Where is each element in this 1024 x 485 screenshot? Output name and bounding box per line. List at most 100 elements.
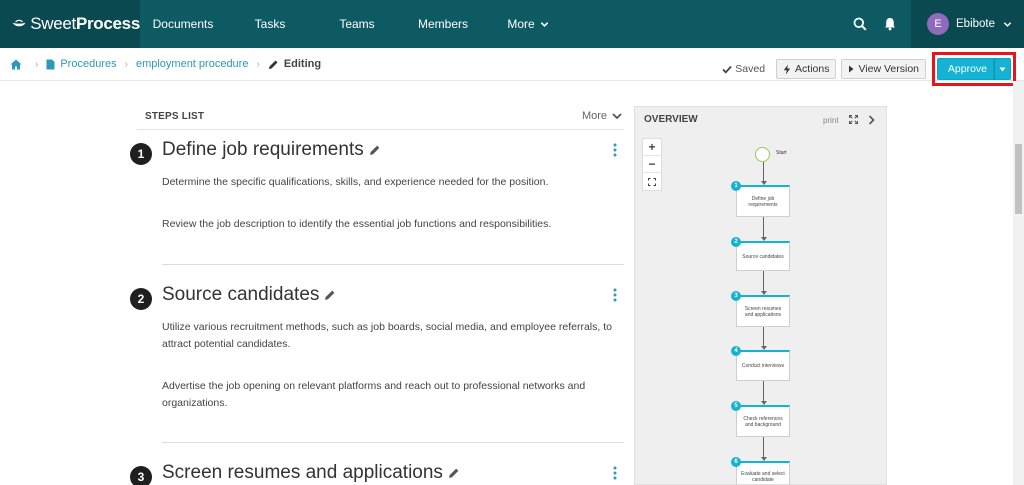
breadcrumb-separator: ›: [256, 58, 260, 70]
nav-tasks[interactable]: Tasks: [226, 0, 314, 48]
zoom-out-button[interactable]: −: [643, 156, 661, 173]
step-title[interactable]: Screen resumes and applications: [162, 462, 460, 484]
approve-button[interactable]: Approve: [937, 58, 994, 80]
breadcrumb-bar: › Procedures › employment procedure › Ed…: [0, 48, 1024, 86]
search-button[interactable]: [845, 0, 875, 48]
flow-step-number: 4: [731, 346, 741, 356]
approve-label: Approve: [947, 63, 987, 75]
document-icon: [46, 59, 55, 70]
flow-connector: [763, 162, 764, 182]
zoom-controls: + −: [642, 138, 662, 191]
brand-logo[interactable]: Sweet Process: [0, 0, 140, 48]
user-menu[interactable]: E Ebibote: [911, 0, 1024, 48]
step-paragraph: Advertise the job opening on relevant pl…: [162, 380, 586, 409]
flow-start-label: Start: [776, 150, 787, 156]
check-icon: [944, 68, 945, 70]
step-divider: [162, 442, 624, 443]
play-icon: [849, 65, 854, 73]
pencil-icon: [324, 289, 336, 301]
nav-more-label: More: [507, 17, 535, 31]
actions-button[interactable]: Actions: [776, 59, 837, 79]
step-title[interactable]: Define job requirements: [162, 139, 381, 161]
home-icon: [10, 59, 22, 69]
flow-start-node: [755, 147, 770, 162]
flow-step-box[interactable]: Screen resumes and applications: [736, 295, 790, 327]
step-number: 3: [130, 466, 152, 485]
kebab-menu-icon[interactable]: [611, 288, 619, 302]
breadcrumb-procedure[interactable]: employment procedure: [136, 58, 249, 70]
breadcrumb-separator: ›: [35, 58, 39, 70]
overview-panel: OVERVIEW print Start Define job requirem…: [634, 106, 887, 485]
avatar: E: [927, 13, 949, 35]
step-paragraph: Determine the specific qualifications, s…: [162, 176, 549, 188]
approve-dropdown-button[interactable]: [994, 58, 1011, 80]
notifications-button[interactable]: [875, 0, 905, 48]
bell-icon: [885, 18, 895, 31]
procedure-actions: Saved Actions View Version Approve: [722, 52, 1016, 86]
chevron-right-icon[interactable]: [868, 115, 875, 125]
step-title-text: Screen resumes and applications: [162, 462, 443, 483]
view-version-label: View Version: [858, 63, 919, 75]
flow-step-box[interactable]: Source candidates: [736, 241, 790, 271]
overview-title: OVERVIEW: [644, 114, 698, 125]
fit-view-button[interactable]: [643, 173, 661, 190]
flow-step-box[interactable]: Conduct interviews: [736, 350, 790, 381]
steps-more-button[interactable]: More: [582, 110, 622, 122]
step-divider: [162, 264, 624, 265]
pencil-icon: [268, 59, 279, 70]
flow-connector: [763, 217, 764, 238]
top-navbar: Sweet Process Documents Tasks Teams Membe…: [0, 0, 1024, 48]
kebab-menu-icon[interactable]: [611, 466, 619, 480]
step-title-text: Source candidates: [162, 284, 320, 305]
search-icon: [853, 17, 867, 31]
breadcrumb-procedures[interactable]: Procedures: [60, 58, 116, 70]
saved-status: Saved: [722, 63, 765, 75]
breadcrumb: › Procedures › employment procedure › Ed…: [0, 58, 321, 70]
nav-teams[interactable]: Teams: [314, 0, 400, 48]
breadcrumb-separator: ›: [124, 58, 128, 70]
brand-name-part2: Process: [75, 14, 140, 33]
step-number: 1: [130, 143, 152, 165]
approve-highlight: Approve: [932, 52, 1016, 86]
user-name: Ebibote: [956, 18, 996, 30]
step-number: 2: [130, 288, 152, 310]
flow-step-box[interactable]: Define job requirements: [736, 185, 790, 217]
chevron-down-icon: [612, 112, 622, 119]
print-link[interactable]: print: [823, 116, 839, 125]
flow-step-number: 5: [731, 401, 741, 411]
steps-list-header: STEPS LIST More: [137, 106, 624, 130]
flow-connector: [763, 437, 764, 458]
page-scrollbar[interactable]: [1013, 81, 1024, 485]
main-nav: Documents Tasks Teams Members More: [140, 0, 570, 48]
expand-icon[interactable]: [849, 115, 858, 124]
home-link[interactable]: [10, 59, 22, 70]
steps-list-title: STEPS LIST: [145, 111, 205, 122]
nav-members[interactable]: Members: [400, 0, 486, 48]
flow-step-number: 6: [731, 457, 741, 467]
breadcrumb-current: Editing: [283, 58, 322, 70]
flow-step-number: 1: [731, 181, 741, 191]
step-paragraph: Review the job description to identify t…: [162, 218, 552, 230]
flow-step-box[interactable]: Evaluate and select candidate: [736, 461, 790, 484]
steps-more-label: More: [581, 110, 607, 122]
overview-header: OVERVIEW print: [635, 107, 886, 133]
step-title[interactable]: Source candidates: [162, 284, 336, 306]
view-version-button[interactable]: View Version: [841, 59, 926, 79]
flow-step-box[interactable]: Check references and background: [736, 405, 790, 437]
chevron-down-icon: [1003, 21, 1012, 27]
flow-step-number: 2: [731, 237, 741, 247]
kebab-menu-icon[interactable]: [611, 143, 619, 157]
flowchart-canvas[interactable]: Start Define job requirements 1 Source c…: [635, 133, 886, 484]
step-paragraph: Utilize various recruitment methods, suc…: [162, 321, 612, 350]
scrollbar-thumb[interactable]: [1015, 144, 1022, 214]
pencil-icon: [369, 144, 381, 156]
lightning-icon: [783, 64, 791, 74]
flow-step-number: 3: [731, 291, 741, 301]
caret-down-icon: [999, 67, 1006, 71]
flow-connector: [763, 271, 764, 292]
fit-view-icon: [648, 177, 656, 186]
nav-more[interactable]: More: [486, 0, 570, 48]
nav-documents[interactable]: Documents: [140, 0, 226, 48]
zoom-in-button[interactable]: +: [643, 139, 661, 156]
sweetprocess-logo-icon: [12, 19, 26, 27]
